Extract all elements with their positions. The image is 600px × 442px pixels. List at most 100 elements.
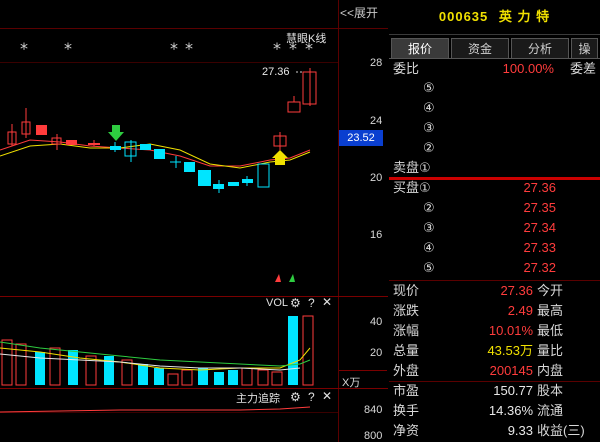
divider	[389, 34, 600, 35]
chg-label: 涨跌	[393, 303, 420, 318]
quote-row: 市盈 150.77 股本	[389, 381, 600, 401]
up-signal-icon	[272, 150, 288, 165]
candle-down	[88, 143, 100, 145]
svg-text:*: *	[64, 39, 72, 58]
tab-more[interactable]: 操	[571, 38, 598, 58]
tab-quote[interactable]: 报价	[391, 38, 449, 58]
bid-row[interactable]: ③ 27.34	[389, 218, 600, 238]
quote-row: 外盘 200145 内盘	[389, 361, 600, 381]
pe-label: 市盈	[393, 383, 420, 398]
bid-row[interactable]: ② 27.35	[389, 198, 600, 218]
quote-row: 现价 27.36 今开	[389, 281, 600, 301]
buy-signal-icon	[108, 125, 124, 141]
flow-chart	[0, 406, 311, 413]
pe-value: 150.77	[493, 383, 533, 398]
quote-row: 涨幅 10.01% 最低	[389, 321, 600, 341]
nav-label: 净资	[393, 423, 420, 438]
quote-row: 总量 43.53万 量比	[389, 341, 600, 361]
ask-row[interactable]: ④	[389, 98, 600, 118]
diff-label: 委差	[569, 61, 596, 76]
ratio-label: 委比	[393, 61, 420, 76]
pct-value: 10.01%	[488, 323, 533, 338]
bid-row[interactable]: ④ 27.33	[389, 238, 600, 258]
bid-label: ③	[423, 220, 435, 235]
bid-price: 27.32	[523, 260, 556, 275]
ask-label: 卖盘①	[393, 160, 431, 175]
help-icon[interactable]: ?	[308, 296, 315, 310]
out-label: 外盘	[393, 363, 420, 378]
chg-value: 2.49	[507, 303, 533, 318]
ask-label: ④	[423, 100, 435, 115]
quote-row: 净资 9.33 收益(三)	[389, 421, 600, 441]
out-value: 200145	[489, 363, 533, 378]
kline-chart-area[interactable]: <<展开 慧眼K线 28 24 20 16 23.52 27.36 * * * * …	[0, 0, 388, 442]
svg-text:*: *	[20, 39, 28, 58]
candle-down	[213, 184, 224, 189]
now-value: 27.36	[500, 283, 533, 298]
nav-value: 9.33	[507, 423, 533, 438]
marker-icon	[289, 274, 295, 282]
quote-row: 涨跌 2.49 最高	[389, 301, 600, 321]
vol-tick: 40	[370, 316, 383, 328]
star-markers: * * * * * * *	[20, 39, 313, 58]
pct-label: 涨幅	[393, 323, 420, 338]
bid-price: 27.36	[523, 180, 556, 195]
in-label: 内盘	[537, 363, 564, 378]
open-label: 今开	[537, 283, 564, 298]
candle-down	[228, 182, 239, 186]
candle-down	[184, 162, 195, 172]
vr-label: 量比	[537, 343, 564, 358]
bid-price: 27.33	[523, 240, 556, 255]
price-tick: 28	[370, 57, 383, 69]
bid-label: ②	[423, 200, 435, 215]
candle-down	[242, 179, 253, 183]
current-price-tag: 23.52	[339, 130, 383, 146]
stock-code: 000635	[438, 9, 489, 24]
expand-button[interactable]: <<展开	[340, 4, 378, 21]
candle-down	[154, 149, 165, 159]
marker-icon	[275, 274, 281, 282]
bid-row[interactable]: ⑤ 27.32	[389, 258, 600, 278]
turn-value: 14.36%	[488, 403, 533, 418]
ask-row[interactable]: ②	[389, 138, 600, 158]
candle-down	[198, 170, 211, 186]
bid-label: ④	[423, 240, 435, 255]
axis-divider	[338, 0, 339, 442]
float-label: 流通	[537, 403, 564, 418]
vol-bars-down	[35, 316, 298, 385]
vol-label: 总量	[393, 343, 420, 358]
svg-text:*: *	[170, 39, 178, 58]
vol-value: 43.53万	[487, 343, 533, 358]
flow-tick: 800	[364, 430, 383, 442]
gear-icon[interactable]: ⚙	[290, 296, 301, 310]
ask-row[interactable]: ⑤	[389, 78, 600, 98]
ask-row[interactable]: 卖盘①	[389, 158, 600, 178]
turn-label: 换手	[393, 403, 420, 418]
flow-tick: 840	[364, 404, 383, 416]
ask-row[interactable]: ③	[389, 118, 600, 138]
svg-text:*: *	[273, 39, 281, 58]
candle-up	[287, 101, 301, 113]
quote-row: 换手 14.36% 流通	[389, 401, 600, 421]
bid-price: 27.34	[523, 220, 556, 235]
vol-indicator-name[interactable]: VOL	[266, 297, 288, 309]
tab-funds[interactable]: 资金	[451, 38, 509, 58]
bid-label: 买盘①	[393, 180, 431, 195]
ratio-value: 100.00%	[502, 61, 554, 76]
candle-up	[257, 163, 270, 188]
candle-down	[140, 144, 151, 150]
price-tick: 20	[370, 172, 383, 184]
stock-name: 英 力 特	[498, 9, 551, 24]
bid-label: ⑤	[423, 260, 435, 275]
svg-text:*: *	[185, 39, 193, 58]
close-icon[interactable]: ✕	[322, 295, 332, 309]
candle-down	[110, 146, 121, 150]
now-label: 现价	[393, 283, 420, 298]
candle-down	[36, 125, 47, 135]
svg-text:*: *	[289, 39, 297, 58]
grid-line	[339, 370, 387, 371]
tab-analysis[interactable]: 分析	[511, 38, 569, 58]
bid-row[interactable]: 买盘① 27.36	[389, 178, 600, 198]
ask-label: ③	[423, 120, 435, 135]
candle-down	[66, 140, 77, 145]
